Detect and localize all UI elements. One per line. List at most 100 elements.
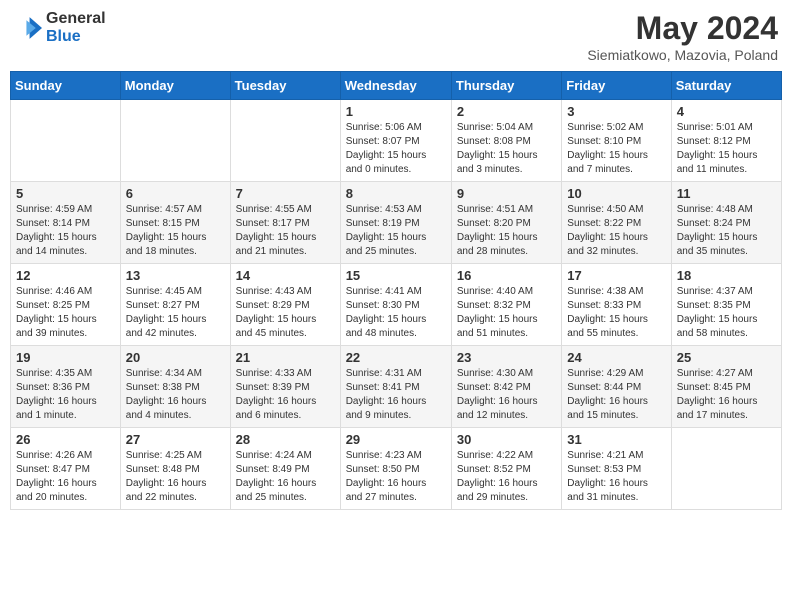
day-info: Sunrise: 4:46 AM Sunset: 8:25 PM Dayligh… [16,285,115,341]
day-info: Sunrise: 4:23 AM Sunset: 8:50 PM Dayligh… [346,449,446,505]
calendar-week-4: 19 Sunrise: 4:35 AM Sunset: 8:36 PM Dayli… [11,346,782,428]
day-number: 30 [457,432,556,447]
day-info: Sunrise: 4:26 AM Sunset: 8:47 PM Dayligh… [16,449,115,505]
calendar-table: SundayMondayTuesdayWednesdayThursdayFrid… [10,71,782,510]
day-number: 3 [567,104,665,119]
calendar-cell: 5 Sunrise: 4:59 AM Sunset: 8:14 PM Daylig… [11,182,121,264]
weekday-header-tuesday: Tuesday [230,72,340,100]
day-info: Sunrise: 4:51 AM Sunset: 8:20 PM Dayligh… [457,203,556,259]
day-number: 15 [346,268,446,283]
day-number: 1 [346,104,446,119]
day-number: 8 [346,186,446,201]
calendar-cell: 15 Sunrise: 4:41 AM Sunset: 8:30 PM Dayli… [340,264,451,346]
day-number: 24 [567,350,665,365]
day-number: 16 [457,268,556,283]
calendar-cell [230,100,340,182]
day-info: Sunrise: 4:57 AM Sunset: 8:15 PM Dayligh… [126,203,225,259]
day-number: 19 [16,350,115,365]
calendar-cell: 13 Sunrise: 4:45 AM Sunset: 8:27 PM Dayli… [120,264,230,346]
day-info: Sunrise: 5:04 AM Sunset: 8:08 PM Dayligh… [457,121,556,177]
day-number: 5 [16,186,115,201]
day-number: 14 [236,268,335,283]
month-title: May 2024 [587,10,778,47]
calendar-cell: 3 Sunrise: 5:02 AM Sunset: 8:10 PM Daylig… [562,100,671,182]
day-number: 25 [677,350,776,365]
day-number: 31 [567,432,665,447]
day-info: Sunrise: 4:24 AM Sunset: 8:49 PM Dayligh… [236,449,335,505]
calendar-cell: 26Sunrise: 4:26 AM Sunset: 8:47 PM Dayli… [11,428,121,510]
day-info: Sunrise: 5:01 AM Sunset: 8:12 PM Dayligh… [677,121,776,177]
calendar-cell: 17 Sunrise: 4:38 AM Sunset: 8:33 PM Dayli… [562,264,671,346]
calendar-cell: 21Sunrise: 4:33 AM Sunset: 8:39 PM Dayli… [230,346,340,428]
day-number: 17 [567,268,665,283]
day-info: Sunrise: 4:34 AM Sunset: 8:38 PM Dayligh… [126,367,225,423]
weekday-header-row: SundayMondayTuesdayWednesdayThursdayFrid… [11,72,782,100]
calendar-week-2: 5 Sunrise: 4:59 AM Sunset: 8:14 PM Daylig… [11,182,782,264]
calendar-cell: 1 Sunrise: 5:06 AM Sunset: 8:07 PM Daylig… [340,100,451,182]
logo-blue-text: Blue [46,28,106,46]
calendar-cell: 7 Sunrise: 4:55 AM Sunset: 8:17 PM Daylig… [230,182,340,264]
day-number: 29 [346,432,446,447]
calendar-cell: 18Sunrise: 4:37 AM Sunset: 8:35 PM Dayli… [671,264,781,346]
logo-text: General Blue [46,10,106,45]
logo: General Blue [14,10,106,45]
title-block: May 2024 Siemiatkowo, Mazovia, Poland [587,10,778,63]
weekday-header-wednesday: Wednesday [340,72,451,100]
day-number: 13 [126,268,225,283]
day-info: Sunrise: 4:29 AM Sunset: 8:44 PM Dayligh… [567,367,665,423]
calendar-cell: 8Sunrise: 4:53 AM Sunset: 8:19 PM Daylig… [340,182,451,264]
day-number: 18 [677,268,776,283]
weekday-header-thursday: Thursday [451,72,561,100]
day-info: Sunrise: 4:21 AM Sunset: 8:53 PM Dayligh… [567,449,665,505]
location: Siemiatkowo, Mazovia, Poland [587,47,778,63]
day-info: Sunrise: 4:35 AM Sunset: 8:36 PM Dayligh… [16,367,115,423]
day-info: Sunrise: 4:55 AM Sunset: 8:17 PM Dayligh… [236,203,335,259]
day-number: 23 [457,350,556,365]
calendar-cell: 24 Sunrise: 4:29 AM Sunset: 8:44 PM Dayli… [562,346,671,428]
calendar-cell: 29 Sunrise: 4:23 AM Sunset: 8:50 PM Dayli… [340,428,451,510]
calendar-cell: 9Sunrise: 4:51 AM Sunset: 8:20 PM Daylig… [451,182,561,264]
day-info: Sunrise: 4:59 AM Sunset: 8:14 PM Dayligh… [16,203,115,259]
day-number: 6 [126,186,225,201]
weekday-header-monday: Monday [120,72,230,100]
day-number: 4 [677,104,776,119]
calendar-cell: 27 Sunrise: 4:25 AM Sunset: 8:48 PM Dayli… [120,428,230,510]
day-number: 27 [126,432,225,447]
calendar-cell: 19 Sunrise: 4:35 AM Sunset: 8:36 PM Dayli… [11,346,121,428]
day-number: 28 [236,432,335,447]
logo-general-text: General [46,10,106,28]
day-info: Sunrise: 5:02 AM Sunset: 8:10 PM Dayligh… [567,121,665,177]
calendar-cell: 22 Sunrise: 4:31 AM Sunset: 8:41 PM Dayli… [340,346,451,428]
logo-icon [14,14,42,42]
day-info: Sunrise: 4:31 AM Sunset: 8:41 PM Dayligh… [346,367,446,423]
calendar-cell: 20Sunrise: 4:34 AM Sunset: 8:38 PM Dayli… [120,346,230,428]
day-info: Sunrise: 4:22 AM Sunset: 8:52 PM Dayligh… [457,449,556,505]
day-info: Sunrise: 4:38 AM Sunset: 8:33 PM Dayligh… [567,285,665,341]
calendar-cell: 23Sunrise: 4:30 AM Sunset: 8:42 PM Dayli… [451,346,561,428]
day-info: Sunrise: 4:41 AM Sunset: 8:30 PM Dayligh… [346,285,446,341]
day-number: 21 [236,350,335,365]
calendar-cell: 6 Sunrise: 4:57 AM Sunset: 8:15 PM Daylig… [120,182,230,264]
weekday-header-friday: Friday [562,72,671,100]
calendar-cell: 14Sunrise: 4:43 AM Sunset: 8:29 PM Dayli… [230,264,340,346]
calendar-cell [120,100,230,182]
day-info: Sunrise: 4:45 AM Sunset: 8:27 PM Dayligh… [126,285,225,341]
calendar-cell: 12 Sunrise: 4:46 AM Sunset: 8:25 PM Dayli… [11,264,121,346]
calendar-week-3: 12 Sunrise: 4:46 AM Sunset: 8:25 PM Dayli… [11,264,782,346]
day-info: Sunrise: 5:06 AM Sunset: 8:07 PM Dayligh… [346,121,446,177]
calendar-cell: 25 Sunrise: 4:27 AM Sunset: 8:45 PM Dayli… [671,346,781,428]
page-header: General Blue May 2024 Siemiatkowo, Mazov… [10,10,782,63]
day-info: Sunrise: 4:27 AM Sunset: 8:45 PM Dayligh… [677,367,776,423]
day-number: 7 [236,186,335,201]
calendar-cell [671,428,781,510]
day-number: 12 [16,268,115,283]
calendar-week-5: 26Sunrise: 4:26 AM Sunset: 8:47 PM Dayli… [11,428,782,510]
day-info: Sunrise: 4:25 AM Sunset: 8:48 PM Dayligh… [126,449,225,505]
day-number: 22 [346,350,446,365]
calendar-cell: 31 Sunrise: 4:21 AM Sunset: 8:53 PM Dayli… [562,428,671,510]
day-number: 10 [567,186,665,201]
day-info: Sunrise: 4:50 AM Sunset: 8:22 PM Dayligh… [567,203,665,259]
calendar-cell: 28 Sunrise: 4:24 AM Sunset: 8:49 PM Dayli… [230,428,340,510]
calendar-cell: 4 Sunrise: 5:01 AM Sunset: 8:12 PM Daylig… [671,100,781,182]
calendar-cell: 10 Sunrise: 4:50 AM Sunset: 8:22 PM Dayli… [562,182,671,264]
